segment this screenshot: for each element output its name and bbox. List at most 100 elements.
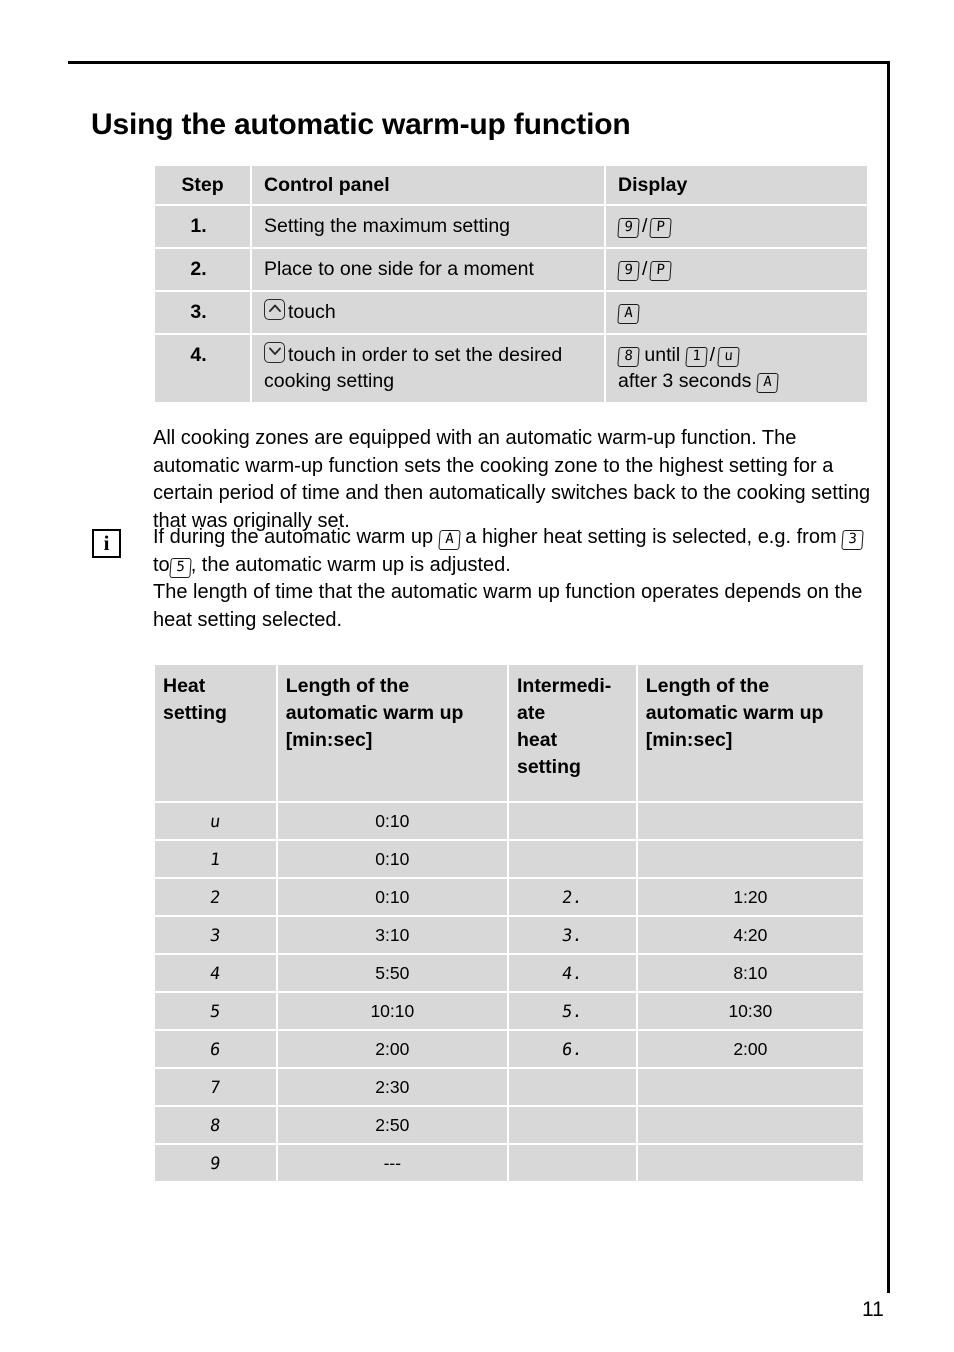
table-row: 4 5:50 4. 8:10 — [155, 955, 863, 991]
display-glyph-3: 3 — [841, 530, 864, 550]
length-1-cell: 2:30 — [277, 1069, 507, 1105]
display-glyph-A: A — [617, 304, 640, 324]
display-text: until — [639, 344, 686, 366]
intermediate-heat-setting-glyph: 5. — [560, 1002, 584, 1022]
length-2-cell — [637, 841, 863, 877]
length-2-cell: 1:20 — [637, 879, 863, 915]
display-cell: 9/P — [606, 206, 867, 247]
control-panel-label: touch in order to set the desired cookin… — [264, 344, 563, 392]
heat-setting-cell: 6 — [155, 1031, 276, 1067]
heat-setting-glyph: 8 — [208, 1116, 222, 1136]
heat-setting-glyph: 4 — [208, 964, 222, 984]
length-1-cell: --- — [277, 1145, 507, 1181]
display-glyph-u: u — [717, 347, 740, 367]
table-row: 4. touch in order to set the desired cook… — [155, 335, 867, 402]
length-1-cell: 0:10 — [277, 879, 507, 915]
note-paragraph: If during the automatic warm up A a high… — [153, 524, 871, 634]
durations-table: Heat setting Length of the automatic war… — [153, 663, 865, 1183]
header-control-panel: Control panel — [252, 166, 604, 204]
note-text-2c: , the automatic warm up is adjusted. — [190, 553, 511, 576]
separator-slash: / — [709, 344, 716, 366]
note-text-2a: e.g. from — [757, 526, 837, 548]
heat-setting-glyph: 3 — [208, 926, 222, 946]
steps-table-header-row: Step Control panel Display — [155, 166, 867, 204]
note-text-1b: a higher heat setting is selected, — [465, 526, 753, 548]
step-number: 2. — [155, 249, 250, 290]
table-row: 2. Place to one side for a moment 9/P — [155, 249, 867, 290]
heat-setting-glyph: 1 — [208, 850, 222, 870]
heat-setting-glyph: 6 — [208, 1040, 222, 1060]
length-1-cell: 10:10 — [277, 993, 507, 1029]
control-panel-label: Place to one side for a moment — [264, 258, 534, 280]
intermediate-heat-setting-cell — [508, 1107, 636, 1143]
length-2-cell: 4:20 — [637, 917, 863, 953]
table-row: 9 --- — [155, 1145, 863, 1181]
heat-setting-cell: 4 — [155, 955, 276, 991]
heat-setting-cell: 5 — [155, 993, 276, 1029]
heat-setting-cell: 8 — [155, 1107, 276, 1143]
header-length-2: Length of the automatic warm up [min:sec… — [637, 665, 863, 801]
header-length-1: Length of the automatic warm up [min:sec… — [277, 665, 507, 801]
intro-paragraph: All cooking zones are equipped with an a… — [153, 427, 871, 532]
intermediate-heat-setting-cell: 6. — [508, 1031, 636, 1067]
display-text: after 3 seconds — [618, 370, 757, 392]
table-row: 1. Setting the maximum setting 9/P — [155, 206, 867, 247]
note-text-1a: If during the automatic warm up — [153, 526, 434, 548]
durations-table-header-row: Heat setting Length of the automatic war… — [155, 665, 863, 801]
length-2-cell — [637, 1069, 863, 1105]
heat-setting-glyph: u — [208, 812, 222, 832]
steps-table: Step Control panel Display 1. Setting the… — [153, 164, 869, 404]
table-row: 3. touch A — [155, 292, 867, 333]
display-glyph-a: A — [438, 530, 461, 550]
display-cell: A — [606, 292, 867, 333]
display-glyph-5: 5 — [168, 557, 192, 578]
length-2-cell — [637, 1107, 863, 1143]
length-1-cell: 5:50 — [277, 955, 507, 991]
step-number: 4. — [155, 335, 250, 402]
display-glyph-9: 9 — [617, 261, 640, 281]
note-text-3: The length of time that the automatic wa… — [153, 581, 863, 631]
intermediate-heat-setting-glyph: 2. — [560, 888, 584, 908]
table-row: 2 0:10 2. 1:20 — [155, 879, 863, 915]
length-1-cell: 0:10 — [277, 803, 507, 839]
chevron-down-icon[interactable] — [264, 342, 285, 363]
intermediate-heat-setting-glyph: 6. — [560, 1040, 584, 1060]
intermediate-heat-setting-cell — [508, 1069, 636, 1105]
step-number: 1. — [155, 206, 250, 247]
heat-setting-cell: 7 — [155, 1069, 276, 1105]
table-row: u 0:10 — [155, 803, 863, 839]
intermediate-heat-setting-glyph: 4. — [560, 964, 584, 984]
table-row: 5 10:10 5. 10:30 — [155, 993, 863, 1029]
display-cell: 9/P — [606, 249, 867, 290]
length-1-cell: 0:10 — [277, 841, 507, 877]
heat-setting-cell: 3 — [155, 917, 276, 953]
step-number: 3. — [155, 292, 250, 333]
intermediate-heat-setting-glyph: 3. — [560, 926, 584, 946]
intermediate-heat-setting-cell: 5. — [508, 993, 636, 1029]
display-glyph-9: 9 — [617, 218, 640, 238]
display-glyph-P: P — [649, 261, 673, 281]
table-row: 7 2:30 — [155, 1069, 863, 1105]
chevron-up-icon[interactable] — [264, 299, 285, 320]
length-2-cell: 2:00 — [637, 1031, 863, 1067]
control-panel-label: touch — [288, 301, 336, 323]
heat-setting-glyph: 5 — [208, 1002, 222, 1022]
table-row: 8 2:50 — [155, 1107, 863, 1143]
header-intermediate-heat-setting: Intermedi- ate heat setting — [508, 665, 636, 801]
display-glyph-8: 8 — [617, 347, 640, 367]
intermediate-heat-setting-cell — [508, 1145, 636, 1181]
length-1-cell: 2:50 — [277, 1107, 507, 1143]
heat-setting-cell: 9 — [155, 1145, 276, 1181]
table-row: 6 2:00 6. 2:00 — [155, 1031, 863, 1067]
intermediate-heat-setting-cell: 2. — [508, 879, 636, 915]
page-top-rule — [68, 61, 890, 64]
intermediate-heat-setting-cell — [508, 803, 636, 839]
note-text-2b: to — [153, 553, 170, 576]
length-1-cell: 2:00 — [277, 1031, 507, 1067]
control-panel-cell: Place to one side for a moment — [252, 249, 604, 290]
intermediate-heat-setting-cell: 3. — [508, 917, 636, 953]
page-title: Using the automatic warm-up function — [91, 108, 631, 142]
heat-setting-glyph: 9 — [208, 1154, 222, 1174]
table-row: 3 3:10 3. 4:20 — [155, 917, 863, 953]
display-cell: 8 until 1/u after 3 seconds A — [606, 335, 867, 402]
